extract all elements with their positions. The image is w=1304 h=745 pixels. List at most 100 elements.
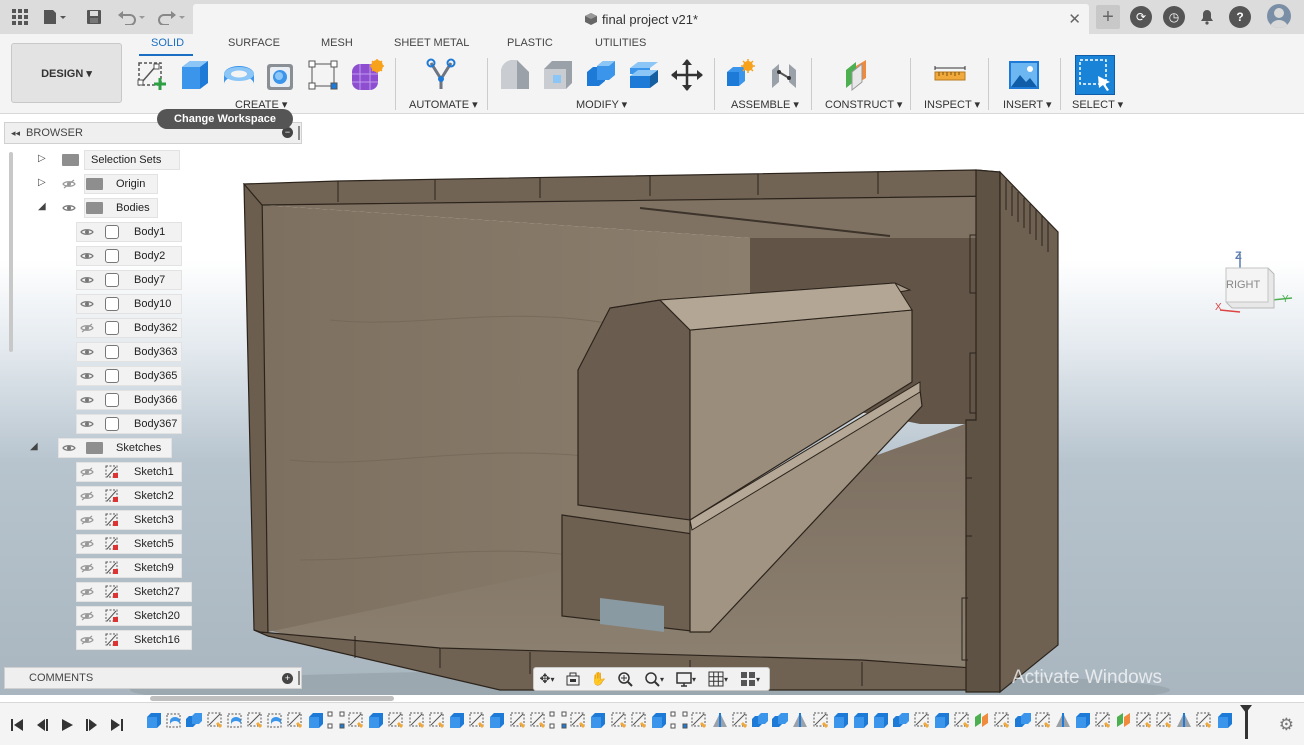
eye-icon[interactable] bbox=[80, 251, 94, 261]
tab-utilities[interactable]: UTILITIES bbox=[595, 37, 646, 49]
extrude-feature-icon[interactable] bbox=[1216, 711, 1234, 729]
step-back-icon[interactable] bbox=[32, 715, 52, 735]
collapse-panel-icon[interactable]: ◂◂ bbox=[11, 128, 20, 139]
new-component-icon[interactable] bbox=[724, 58, 758, 92]
offset-face-icon[interactable] bbox=[627, 58, 661, 92]
create-sketch-icon[interactable] bbox=[136, 58, 170, 92]
extrude-icon[interactable] bbox=[178, 58, 212, 92]
browser-item-bodies[interactable]: ◢ Bodies bbox=[10, 198, 200, 218]
browser-item-sketch5[interactable]: Sketch5 bbox=[10, 534, 200, 554]
new-tab-icon[interactable]: + bbox=[1096, 5, 1120, 29]
pan-icon[interactable]: ✋ bbox=[586, 669, 612, 689]
collapsed-arrow-icon[interactable]: ▷ bbox=[38, 153, 46, 164]
eye-hidden-icon[interactable] bbox=[80, 611, 94, 621]
eye-hidden-icon[interactable] bbox=[80, 539, 94, 549]
browser-item-body367[interactable]: Body367 bbox=[10, 414, 200, 434]
automate-menu[interactable]: AUTOMATE ▾ bbox=[409, 98, 478, 111]
browser-item-body2[interactable]: Body2 bbox=[10, 246, 200, 266]
extrude-feature-icon[interactable] bbox=[832, 711, 850, 729]
sketch-feature-icon[interactable] bbox=[286, 711, 304, 729]
eye-hidden-icon[interactable] bbox=[80, 491, 94, 501]
job-status-icon[interactable]: ◷ bbox=[1163, 6, 1185, 28]
eye-icon[interactable] bbox=[80, 299, 94, 309]
extensions-icon[interactable]: ⟳ bbox=[1130, 6, 1152, 28]
tab-mesh[interactable]: MESH bbox=[321, 37, 353, 49]
collapsed-arrow-icon[interactable]: ▷ bbox=[38, 177, 46, 188]
combine-feature-icon[interactable] bbox=[751, 711, 769, 729]
eye-hidden-icon[interactable] bbox=[80, 587, 94, 597]
tab-surface[interactable]: SURFACE bbox=[228, 37, 280, 49]
eye-icon[interactable] bbox=[80, 419, 94, 429]
extrude-feature-icon[interactable] bbox=[650, 711, 668, 729]
browser-item-body365[interactable]: Body365 bbox=[10, 366, 200, 386]
sketch-feature-icon[interactable] bbox=[408, 711, 426, 729]
sketch-feature-icon[interactable] bbox=[206, 711, 224, 729]
press-pull-icon[interactable] bbox=[498, 58, 532, 92]
inspect-menu[interactable]: INSPECT ▾ bbox=[924, 98, 980, 111]
sketch-feature-icon[interactable] bbox=[731, 711, 749, 729]
extrude-feature-icon[interactable] bbox=[852, 711, 870, 729]
sketch-feature-icon[interactable] bbox=[347, 711, 365, 729]
combine-feature-icon[interactable] bbox=[892, 711, 910, 729]
plane-feature-icon[interactable] bbox=[973, 711, 991, 729]
panel-grip-icon[interactable] bbox=[298, 671, 300, 685]
sketch-feature-icon[interactable] bbox=[953, 711, 971, 729]
sketch-feature-icon[interactable] bbox=[1094, 711, 1112, 729]
shell-icon[interactable] bbox=[264, 58, 298, 92]
draft-feature-icon[interactable] bbox=[1175, 711, 1193, 729]
browser-item-sketch27[interactable]: Sketch27 bbox=[10, 582, 200, 602]
insert-menu[interactable]: INSERT ▾ bbox=[1003, 98, 1052, 111]
sketch-feature-icon[interactable] bbox=[1155, 711, 1173, 729]
browser-item-body1[interactable]: Body1 bbox=[10, 222, 200, 242]
eye-hidden-icon[interactable] bbox=[80, 635, 94, 645]
pattern-feature-icon[interactable] bbox=[327, 711, 345, 729]
draft-feature-icon[interactable] bbox=[711, 711, 729, 729]
extrude-feature-icon[interactable] bbox=[448, 711, 466, 729]
sketch-feature-icon[interactable] bbox=[993, 711, 1011, 729]
grid-icon[interactable] bbox=[9, 6, 31, 28]
browser-item-sketch3[interactable]: Sketch3 bbox=[10, 510, 200, 530]
comments-panel-header[interactable]: COMMENTS + bbox=[4, 667, 302, 689]
add-comment-icon[interactable]: + bbox=[282, 673, 293, 684]
workspace-switcher-button[interactable]: DESIGN ▾ bbox=[11, 43, 122, 103]
browser-item-body362[interactable]: Body362 bbox=[10, 318, 200, 338]
browser-item-body7[interactable]: Body7 bbox=[10, 270, 200, 290]
pattern-feature-icon[interactable] bbox=[549, 711, 567, 729]
extrude-feature-icon[interactable] bbox=[145, 711, 163, 729]
sketch-feature-icon[interactable] bbox=[529, 711, 547, 729]
save-icon[interactable] bbox=[83, 6, 105, 28]
sketch-feature-icon[interactable] bbox=[387, 711, 405, 729]
browser-item-sketch9[interactable]: Sketch9 bbox=[10, 558, 200, 578]
sketch-feature-icon[interactable] bbox=[1135, 711, 1153, 729]
look-at-icon[interactable] bbox=[560, 669, 586, 689]
extrude-feature-icon[interactable] bbox=[307, 711, 325, 729]
redo-icon[interactable] bbox=[156, 6, 188, 28]
eye-icon[interactable] bbox=[80, 371, 94, 381]
eye-icon[interactable] bbox=[80, 347, 94, 357]
combine-feature-icon[interactable] bbox=[771, 711, 789, 729]
extrude-feature-icon[interactable] bbox=[488, 711, 506, 729]
combine-feature-icon[interactable] bbox=[1014, 711, 1032, 729]
extrude-feature-icon[interactable] bbox=[933, 711, 951, 729]
browser-item-selection-sets[interactable]: ▷ Selection Sets bbox=[10, 150, 200, 170]
eye-hidden-icon[interactable] bbox=[80, 563, 94, 573]
browser-item-body366[interactable]: Body366 bbox=[10, 390, 200, 410]
rectangular-pattern-icon[interactable] bbox=[306, 58, 340, 92]
timeline-settings-icon[interactable]: ⚙ bbox=[1279, 715, 1294, 735]
revolve-feature-icon[interactable] bbox=[165, 711, 183, 729]
tab-plastic[interactable]: PLASTIC bbox=[507, 37, 553, 49]
view-cube[interactable]: Z RIGHT Y X bbox=[1214, 250, 1294, 320]
eye-icon[interactable] bbox=[62, 203, 76, 213]
sketch-feature-icon[interactable] bbox=[246, 711, 264, 729]
tab-solid[interactable]: SOLID bbox=[151, 37, 184, 49]
browser-item-body10[interactable]: Body10 bbox=[10, 294, 200, 314]
play-icon[interactable] bbox=[57, 715, 77, 735]
notifications-icon[interactable] bbox=[1196, 6, 1218, 28]
assemble-menu[interactable]: ASSEMBLE ▾ bbox=[731, 98, 799, 111]
sketch-feature-icon[interactable] bbox=[468, 711, 486, 729]
pattern-feature-icon[interactable] bbox=[670, 711, 688, 729]
sketch-feature-icon[interactable] bbox=[690, 711, 708, 729]
modify-menu[interactable]: MODIFY ▾ bbox=[576, 98, 627, 111]
sketch-feature-icon[interactable] bbox=[630, 711, 648, 729]
sketch-feature-icon[interactable] bbox=[569, 711, 587, 729]
